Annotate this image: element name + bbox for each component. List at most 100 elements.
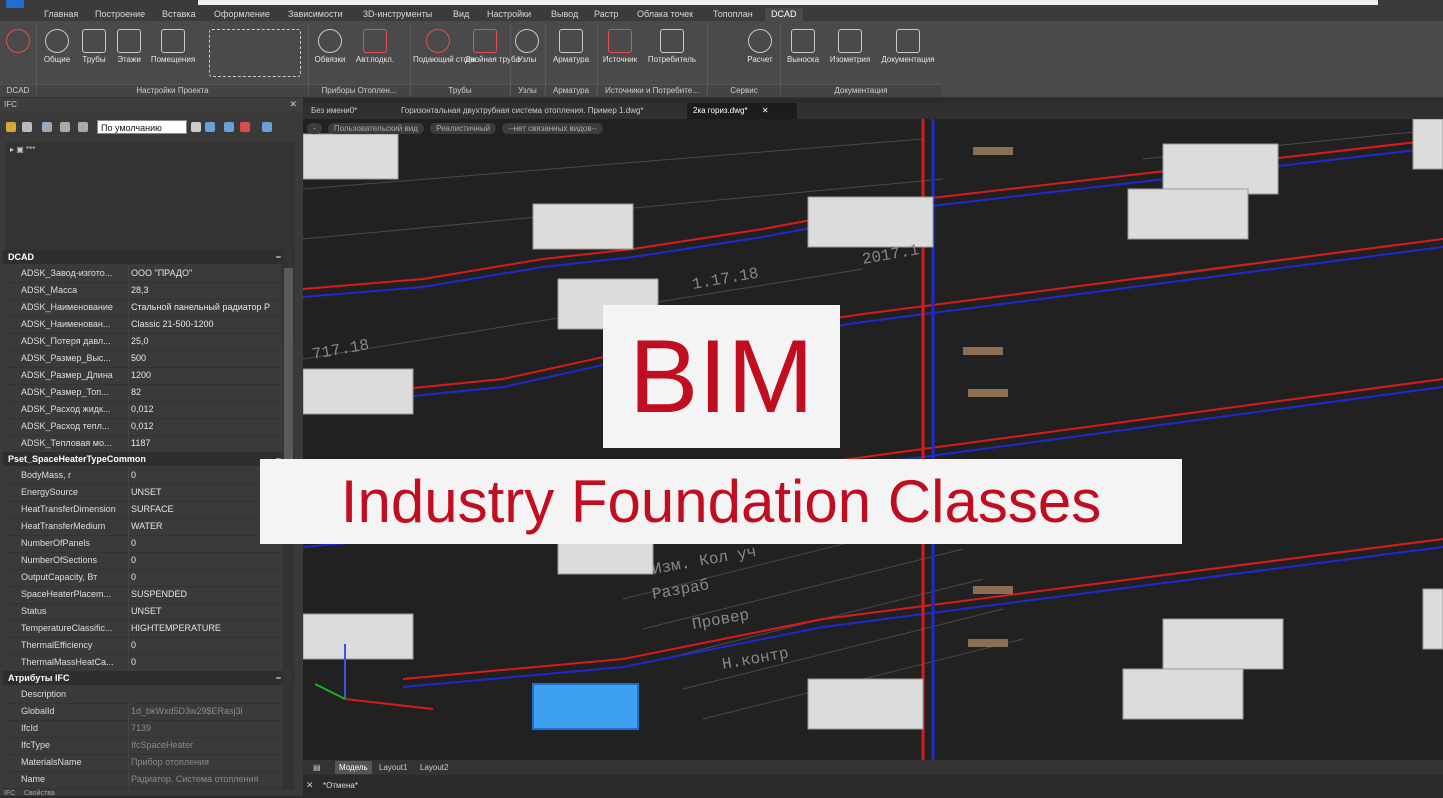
property-value[interactable]: Classic 21-500-1200: [128, 316, 286, 333]
property-value[interactable]: 28,3: [128, 282, 286, 299]
leader-button[interactable]: Выноска: [783, 21, 823, 64]
property-row[interactable]: GlobalId 1d_bkWxd5D3w29$ERasj3l: [3, 703, 281, 721]
property-value[interactable]: 82: [128, 384, 286, 401]
collapse-icon[interactable]: −: [276, 250, 281, 264]
calculate-button[interactable]: Расчет: [742, 21, 778, 64]
supply-riser-button[interactable]: Подающий стояк: [413, 21, 476, 64]
property-section-header[interactable]: DCAD −: [3, 250, 295, 264]
project-tools-group[interactable]: [205, 21, 305, 79]
property-row[interactable]: HeatTransferDimension SURFACE: [3, 501, 281, 519]
view-filter-select[interactable]: По умолчанию: [97, 120, 187, 134]
property-value[interactable]: ООО "ПРАДО": [128, 265, 286, 282]
tree-icon[interactable]: [240, 122, 250, 132]
property-row[interactable]: HeatTransferMedium WATER: [3, 518, 281, 536]
tab-view[interactable]: Вид: [453, 8, 469, 21]
nodes-button[interactable]: Узлы: [512, 21, 542, 64]
quick-access-bar[interactable]: [198, 0, 1378, 5]
tab-model[interactable]: Модель: [335, 761, 372, 774]
property-section-header[interactable]: Атрибуты IFC −: [3, 671, 295, 685]
property-value[interactable]: 7139: [128, 720, 286, 737]
close-icon[interactable]: ✕: [306, 780, 314, 791]
property-value[interactable]: IfcSpaceHeater: [128, 737, 286, 754]
property-row[interactable]: ADSK_Масса 28,3: [3, 282, 281, 300]
property-value[interactable]: 1200: [128, 367, 286, 384]
property-row[interactable]: ADSK_Размер_Топ... 82: [3, 384, 281, 402]
property-row[interactable]: SpaceHeaterPlacem... SUSPENDED: [3, 586, 281, 604]
zoom-icon[interactable]: [42, 122, 52, 132]
close-icon[interactable]: ✕: [762, 106, 769, 115]
property-value[interactable]: Стальной панельный радиатор P: [128, 299, 286, 316]
undo-icon[interactable]: [60, 122, 70, 132]
property-value[interactable]: Радиатор. Система отопления: [128, 771, 286, 788]
tab-constraints[interactable]: Зависимости: [288, 8, 343, 21]
property-value[interactable]: 1d_bkWxd5D3w29$ERasj3l: [128, 703, 286, 720]
rooms-button[interactable]: Помещения: [147, 21, 199, 64]
property-value[interactable]: 0,012: [128, 418, 286, 435]
property-row[interactable]: ThermalEfficiency 0: [3, 637, 281, 655]
tab-output[interactable]: Вывод: [551, 8, 578, 21]
property-row[interactable]: IfcType IfcSpaceHeater: [3, 737, 281, 755]
property-row[interactable]: ADSK_Наименование Стальной панельный ради…: [3, 299, 281, 317]
bindings-button[interactable]: Обвязки: [312, 21, 348, 64]
property-value[interactable]: Прибор отопления: [128, 754, 286, 771]
property-value[interactable]: HIGHTEMPERATURE: [128, 620, 286, 637]
tab-layout2[interactable]: Layout2: [416, 761, 452, 774]
visual-style[interactable]: Реалистичный: [430, 123, 497, 134]
property-row[interactable]: ADSK_Размер_Выс... 500: [3, 350, 281, 368]
property-row[interactable]: EnergySource UNSET: [3, 484, 281, 502]
property-value[interactable]: 1187: [128, 435, 286, 452]
property-row[interactable]: ThermalMassHeatCa... 0: [3, 654, 281, 672]
double-pipe-button[interactable]: Двойная труба: [465, 21, 520, 64]
tree-node[interactable]: ▸ ▣ ***: [10, 145, 35, 154]
command-line[interactable]: ✕ *Отмена*: [303, 777, 1443, 796]
property-row[interactable]: IfcId 7139: [3, 720, 281, 738]
isometry-button[interactable]: Изометрия: [825, 21, 875, 64]
property-row[interactable]: ADSK_Потеря давл... 25,0: [3, 333, 281, 351]
doc-tab[interactable]: Без имени0*: [305, 103, 363, 119]
property-value[interactable]: 0: [128, 569, 286, 586]
property-row[interactable]: ADSK_Расход тепл... 0,012: [3, 418, 281, 436]
property-row[interactable]: ADSK_Тепловая мо... 1187: [3, 435, 281, 453]
tab-home[interactable]: Главная: [44, 8, 78, 21]
property-value[interactable]: SUSPENDED: [128, 586, 286, 603]
filter-icon[interactable]: [205, 122, 215, 132]
tab-build[interactable]: Построение: [95, 8, 145, 21]
folder-icon[interactable]: [6, 122, 16, 132]
general-button[interactable]: Общие: [40, 21, 74, 64]
redo-icon[interactable]: [78, 122, 88, 132]
selected-radiator[interactable]: [532, 683, 639, 730]
documentation-button[interactable]: Документация: [877, 21, 939, 64]
valves-button[interactable]: Арматура: [547, 21, 595, 64]
property-value[interactable]: 0: [128, 637, 286, 654]
property-value[interactable]: 500: [128, 350, 286, 367]
layout-menu-icon[interactable]: ▤: [309, 761, 325, 774]
consumer-button[interactable]: Потребитель: [644, 21, 700, 64]
source-button[interactable]: Источник: [598, 21, 642, 64]
doc-tab[interactable]: Горизонтальная двухтрубная система отопл…: [395, 103, 649, 119]
tab-3d-tools[interactable]: 3D-инструменты: [363, 8, 432, 21]
property-row[interactable]: MaterialsName Прибор отопления: [3, 754, 281, 772]
property-value[interactable]: UNSET: [128, 603, 286, 620]
property-value[interactable]: 0,012: [128, 401, 286, 418]
tab-topoplan[interactable]: Топоплан: [713, 8, 753, 21]
property-row[interactable]: ADSK_Завод-изгото... ООО "ПРАДО": [3, 265, 281, 283]
tab-insert[interactable]: Вставка: [162, 8, 195, 21]
property-row[interactable]: OutputCapacity, Вт 0: [3, 569, 281, 587]
property-value[interactable]: 25,0: [128, 333, 286, 350]
export-icon[interactable]: [262, 122, 272, 132]
property-row[interactable]: Name Радиатор. Система отопления: [3, 771, 281, 789]
save-icon[interactable]: [22, 122, 32, 132]
property-row[interactable]: Status UNSET: [3, 603, 281, 621]
tab-settings[interactable]: Настройки: [487, 8, 531, 21]
tab-dcad[interactable]: DCAD: [765, 8, 803, 21]
property-row[interactable]: NumberOfPanels 0: [3, 535, 281, 553]
pipes-settings-button[interactable]: Трубы: [78, 21, 110, 64]
property-row[interactable]: Description: [3, 686, 281, 704]
dcad-main-button[interactable]: [4, 21, 32, 55]
property-row[interactable]: BodyMass, г0: [3, 467, 281, 485]
scroll-thumb[interactable]: [284, 268, 293, 468]
tab-raster[interactable]: Растр: [594, 8, 618, 21]
collapse-icon[interactable]: −: [276, 671, 281, 685]
viewport-menu[interactable]: -: [307, 123, 322, 134]
dropdown-icon[interactable]: [191, 122, 201, 132]
